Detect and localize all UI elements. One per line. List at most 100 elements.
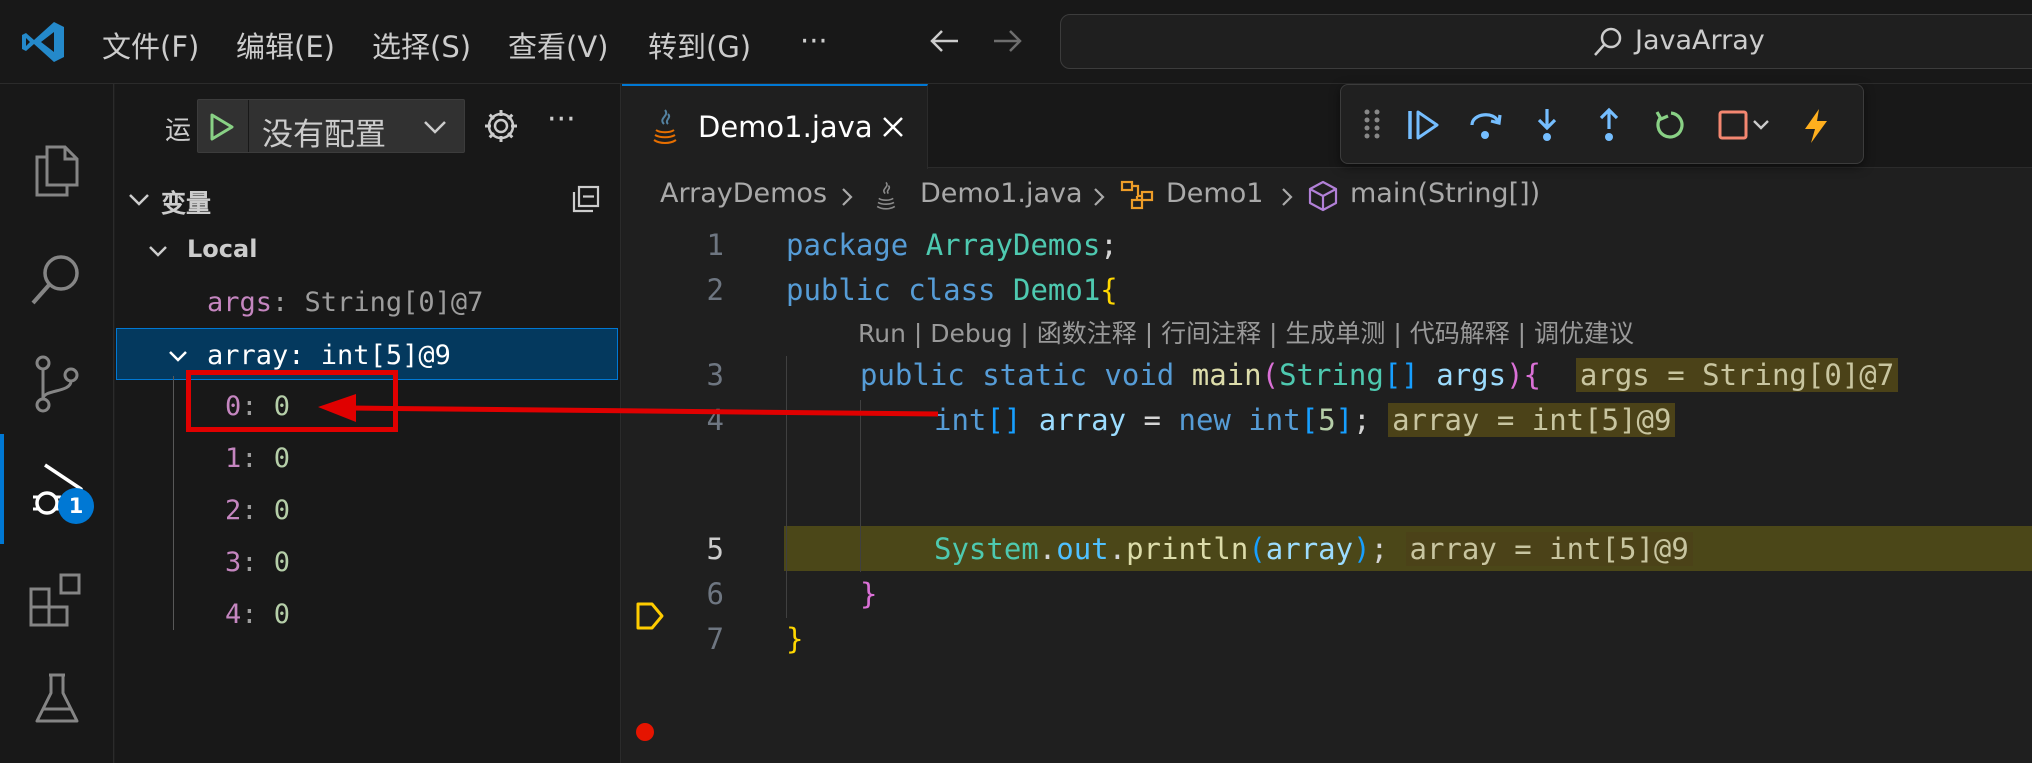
step-into-icon[interactable]	[1529, 107, 1565, 143]
token-function: println	[1126, 532, 1249, 566]
element-value: 0	[273, 495, 291, 526]
chevron-down-icon	[127, 188, 151, 212]
continue-icon[interactable]	[1405, 107, 1441, 143]
chevron-down-icon	[422, 114, 448, 140]
collapse-all-icon[interactable]	[571, 184, 601, 214]
line-number: 6	[706, 577, 724, 611]
line-number: 4	[706, 403, 724, 437]
variable-value: String[0]@7	[304, 287, 484, 318]
line-number: 7	[706, 622, 724, 656]
element-index: 2	[225, 495, 242, 526]
inline-value: args = String[0]@7	[1575, 358, 1899, 392]
chevron-down-icon	[167, 345, 189, 367]
more-actions-icon[interactable]: ···	[547, 102, 576, 137]
variables-section-header[interactable]: 变量	[115, 174, 620, 224]
breadcrumb-item[interactable]: main(String[])	[1350, 178, 1540, 209]
token-bracket: []	[1383, 358, 1419, 392]
tab-demo1-java[interactable]: Demo1.java	[622, 84, 928, 169]
code-line-1[interactable]: 1 package ArrayDemos;	[622, 222, 2032, 267]
source-control-icon[interactable]	[0, 329, 114, 439]
variable-entry: array: int[5]@9	[207, 340, 451, 371]
drag-handle-icon[interactable]	[1363, 107, 1381, 141]
breadcrumb-item[interactable]: Demo1	[1166, 178, 1263, 209]
debug-toolbar	[1340, 84, 1864, 164]
hot-code-replace-icon[interactable]	[1801, 107, 1831, 145]
step-over-icon[interactable]	[1467, 107, 1503, 143]
code-line-5[interactable]: 5 System.out.println(array); array = int…	[622, 526, 2032, 630]
debug-session-badge: 1	[58, 488, 94, 524]
java-file-icon	[650, 108, 680, 146]
menu-selection[interactable]: 选择(S)	[372, 24, 471, 66]
code-line-4[interactable]: 4 int[] array = new int[5]; array = int[…	[622, 397, 2032, 741]
scope-local[interactable]: Local	[115, 224, 620, 276]
variable-sep: :	[288, 340, 321, 371]
sidebar-title: 运	[165, 116, 192, 146]
element-value: 0	[273, 599, 291, 630]
code-lens[interactable]: Run | Debug | 函数注释 | 行间注释 | 生成单测 | 代码解释 …	[858, 314, 1634, 350]
close-icon[interactable]	[880, 114, 906, 140]
element-sep: :	[241, 547, 274, 578]
variable-sep: :	[272, 287, 305, 318]
menu-file[interactable]: 文件(F)	[102, 24, 199, 66]
explorer-icon[interactable]	[0, 114, 114, 224]
element-value: 0	[273, 547, 291, 578]
code-line-6[interactable]: 6 }	[622, 571, 2032, 616]
search-icon[interactable]	[0, 224, 114, 334]
extensions-icon[interactable]	[0, 544, 114, 654]
code-line-2[interactable]: 2 public class Demo1{	[622, 267, 2032, 312]
chevron-right-icon	[838, 186, 856, 208]
editor-area: Demo1.java ArrayDemos Demo1.java Demo1 m…	[622, 84, 2032, 763]
element-sep: :	[241, 599, 274, 630]
element-sep: :	[241, 443, 274, 474]
breadcrumb-item[interactable]: ArrayDemos	[660, 178, 827, 209]
code-line-3[interactable]: 3 public static void main(String[] args)…	[622, 352, 2032, 397]
restart-icon[interactable]	[1653, 107, 1689, 143]
breadcrumb-item[interactable]: Demo1.java	[920, 178, 1083, 209]
config-divider	[248, 100, 249, 152]
array-element-row[interactable]: 4: 0	[115, 588, 620, 640]
annotation-highlight-box	[186, 370, 398, 432]
token-class: Demo1	[1012, 273, 1101, 307]
menu-go[interactable]: 转到(G)	[648, 24, 751, 66]
token-keyword: public static void	[860, 358, 1175, 392]
code-text: package ArrayDemos;	[786, 228, 1118, 262]
menu-more[interactable]: ···	[800, 24, 828, 58]
back-arrow-icon[interactable]	[928, 24, 962, 58]
stop-icon[interactable]	[1715, 107, 1751, 143]
line-number: 2	[706, 273, 724, 307]
token-type: int	[1248, 403, 1301, 437]
chevron-down-icon[interactable]	[1751, 115, 1771, 135]
token-punct: .	[1038, 532, 1057, 566]
array-element-row[interactable]: 3: 0	[115, 536, 620, 588]
forward-arrow-icon[interactable]	[990, 24, 1024, 58]
token-paren: (	[1261, 358, 1280, 392]
start-debug-icon[interactable]	[208, 112, 236, 142]
code-line-7[interactable]: 7 }	[622, 616, 2032, 661]
variable-name: args	[207, 287, 273, 318]
menu-edit[interactable]: 编辑(E)	[236, 24, 335, 66]
token-operator: =	[1126, 403, 1179, 437]
variable-row-args[interactable]: args: String[0]@7	[115, 276, 620, 328]
testing-icon[interactable]	[0, 644, 114, 754]
array-element-row[interactable]: 1: 0	[115, 432, 620, 484]
scope-label: Local	[187, 235, 258, 263]
token-package: ArrayDemos	[925, 228, 1101, 262]
gear-icon[interactable]	[483, 108, 519, 144]
array-element-row[interactable]: 2: 0	[115, 484, 620, 536]
token-variable: array	[1038, 403, 1127, 437]
token-keyword: new	[1178, 403, 1231, 437]
token-class: System	[934, 532, 1039, 566]
code-text: }	[860, 577, 877, 611]
code-text: public static void main(String[] args){ …	[860, 358, 1899, 392]
token-bracket: ]	[1335, 403, 1354, 437]
step-out-icon[interactable]	[1591, 107, 1627, 143]
element-sep: :	[241, 495, 274, 526]
title-bar: 文件(F) 编辑(E) 选择(S) 查看(V) 转到(G) ··· JavaAr…	[0, 0, 2032, 84]
command-center-search[interactable]: JavaArray	[1060, 14, 2032, 69]
code-text: }	[786, 622, 803, 656]
run-debug-icon[interactable]	[0, 434, 114, 544]
line-number: 1	[706, 228, 724, 262]
menu-view[interactable]: 查看(V)	[508, 24, 608, 66]
java-file-icon	[874, 180, 898, 212]
debug-config-select[interactable]: 没有配置	[197, 99, 465, 153]
